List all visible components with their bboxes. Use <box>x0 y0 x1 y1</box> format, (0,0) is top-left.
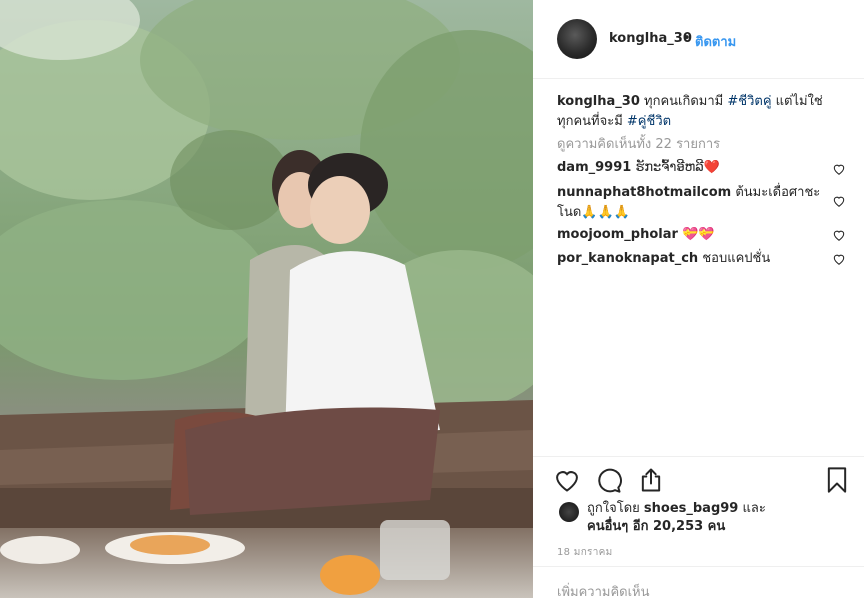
post-action-bar <box>553 466 853 496</box>
comment-item: nunnaphat8hotmailcom ต้นมะเดื่อศาชะโนด🙏🙏… <box>557 183 827 223</box>
likes-mid: และ <box>738 501 766 516</box>
author-username[interactable]: konglha_30 <box>609 31 692 46</box>
caption-username[interactable]: konglha_30 <box>557 94 640 109</box>
comment-text: ชอบแคปชั่น <box>698 251 771 266</box>
caption-hashtag-2[interactable]: #คู่ชีวิต <box>627 114 671 129</box>
liker-avatar[interactable] <box>559 502 579 522</box>
comment-icon[interactable] <box>595 466 623 494</box>
post-photo-art <box>0 0 533 595</box>
follow-button[interactable]: ติดตาม <box>695 31 736 52</box>
post-photo[interactable] <box>0 0 533 598</box>
comment-item: moojoom_pholar 💝💝 <box>557 225 827 245</box>
comment-item: dam_9991 ຮັກະຈົ້າອີຫລີ❤️ <box>557 158 827 178</box>
bookmark-icon[interactable] <box>823 466 851 494</box>
like-comment-heart-icon[interactable] <box>832 162 846 176</box>
post-date: 18 มกราคม <box>557 547 613 558</box>
like-comment-heart-icon[interactable] <box>832 228 846 242</box>
like-comment-heart-icon[interactable] <box>832 252 846 266</box>
caption-text: ทุกคนเกิดมามี <box>639 94 728 109</box>
likes-prefix: ถูกใจโดย <box>587 501 644 516</box>
comment-username[interactable]: por_kanoknapat_ch <box>557 251 698 266</box>
comment-text: ຮັກະຈົ້າອີຫລີ❤️ <box>631 160 720 175</box>
comment-username[interactable]: dam_9991 <box>557 160 631 175</box>
author-avatar[interactable] <box>557 19 597 59</box>
comment-item: por_kanoknapat_ch ชอบแคปชั่น <box>557 249 827 269</box>
comment-username[interactable]: nunnaphat8hotmailcom <box>557 185 731 200</box>
comment-username[interactable]: moojoom_pholar <box>557 227 678 242</box>
divider <box>533 456 864 457</box>
divider <box>533 566 864 567</box>
likes-summary: ถูกใจโดย shoes_bag99 และ คนอื่นๆ อีก 20,… <box>587 500 847 536</box>
post-header: konglha_30 • ติดตาม <box>533 0 864 79</box>
heart-icon[interactable] <box>553 466 581 494</box>
post-caption: konglha_30 ทุกคนเกิดมามี #ชีวิตคู่ แต่ไม… <box>557 92 837 132</box>
add-comment-input[interactable]: เพิ่มความคิดเห็น <box>557 581 650 602</box>
liker-username[interactable]: shoes_bag99 <box>644 501 738 516</box>
view-all-comments-link[interactable]: ดูความคิดเห็นทั้ง 22 รายการ <box>557 133 720 154</box>
like-comment-heart-icon[interactable] <box>832 194 846 208</box>
share-icon[interactable] <box>637 466 665 494</box>
separator-dot: • <box>683 31 691 46</box>
likes-others-link[interactable]: คนอื่นๆ อีก 20,253 คน <box>587 519 725 534</box>
post-sidebar: konglha_30 • ติดตาม konglha_30 ทุกคนเกิด… <box>533 0 864 600</box>
comment-text: 💝💝 <box>677 227 715 242</box>
caption-hashtag-1[interactable]: #ชีวิตคู่ <box>727 94 771 109</box>
